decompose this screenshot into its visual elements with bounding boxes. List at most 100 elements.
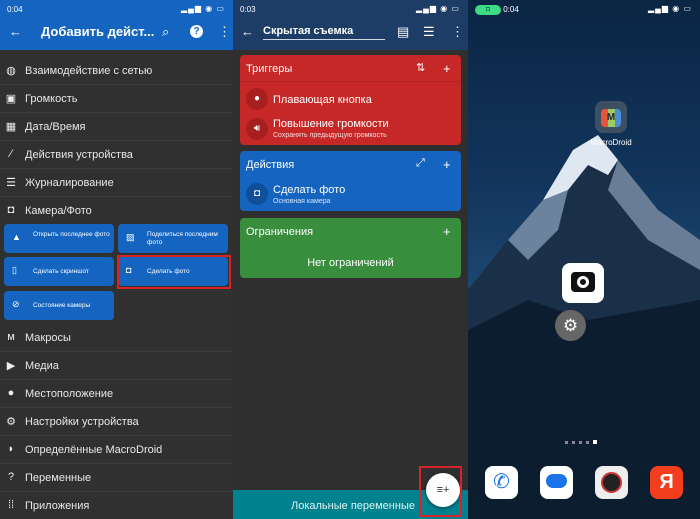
trigger-label: Повышение громкости [273, 118, 389, 130]
macrodroid-app-icon[interactable]: M [595, 101, 627, 133]
document-icon[interactable]: ▤ [397, 25, 409, 38]
list-icon[interactable]: ☰ [423, 25, 435, 38]
app-label: MacroDroid [590, 138, 632, 147]
reorder-icon[interactable]: ⇅ [416, 61, 425, 74]
page-title: Добавить дейст... [41, 24, 155, 39]
category-item[interactable]: ? Переменные [0, 464, 233, 492]
category-label: Определённые MacroDroid [25, 444, 163, 456]
category-label: Медиа [25, 360, 59, 372]
photo-icon: ▲ [12, 232, 21, 242]
play-icon: ▶ [6, 360, 16, 372]
home-screen: ◘ 0:04 ▂▄▆ ◉ ▭ M MacroDroid ⚙ ✆ Я [468, 0, 700, 519]
category-item[interactable]: ▦ Дата/Время [0, 113, 233, 141]
status-icons: ▂▄▆ ◉ ▭ [416, 4, 460, 13]
magic-wand-icon: ⁄ [10, 148, 12, 160]
status-bar: 0:04 ▂▄▆ ◉ ▭ [0, 0, 233, 18]
category-label: Дата/Время [25, 121, 86, 133]
gear-icon[interactable]: ⚙ [555, 310, 586, 341]
highlight-box [419, 466, 462, 517]
category-item[interactable]: ⚙ Настройки устройства [0, 408, 233, 436]
status-time: 0:04 [7, 5, 23, 14]
list-icon: ☰ [6, 177, 16, 189]
expand-icon[interactable]: ⤢ [416, 157, 425, 170]
constraints-title: Ограничения [246, 226, 314, 238]
tile-label: Открыть последнее фото [33, 231, 110, 238]
category-item[interactable]: ⁄ Действия устройства [0, 141, 233, 169]
local-variables-label: Локальные переменные [291, 500, 415, 512]
action-sub: Основная камера [273, 198, 331, 205]
camera-off-icon: ⊘ [12, 299, 20, 309]
search-icon[interactable]: ⌕ [162, 25, 169, 38]
category-item[interactable]: ⁞⁞ Приложения [0, 492, 233, 519]
category-label: Действия устройства [25, 149, 133, 161]
record-dot-icon: ● [246, 88, 268, 110]
trigger-sub: Сохранять предыдущую громкость [273, 132, 387, 139]
camera-icon: ◘ [7, 204, 15, 216]
back-arrow-icon[interactable]: ← [241, 25, 254, 38]
add-constraint-icon[interactable]: + [443, 224, 451, 239]
category-item[interactable]: ◍ Взаимодействие с сетью [0, 57, 233, 85]
camera-action-tile[interactable]: ▲ Открыть последнее фото [4, 224, 114, 253]
volume-icon: 🔊︎ [246, 118, 268, 140]
status-time: 0:04 [503, 5, 519, 15]
help-icon[interactable]: ? [190, 25, 203, 38]
apps-icon: ⁞⁞ [7, 499, 15, 511]
camera-in-use-indicator-icon: ◘ [475, 5, 501, 15]
more-vert-icon[interactable]: ⋮ [218, 25, 231, 38]
actions-card: Действия ⤢ + ◘ Сделать фото Основная кам… [240, 151, 461, 211]
yandex-icon[interactable]: Я [650, 466, 683, 499]
macro-name-input[interactable]: Скрытая съемка [263, 25, 385, 40]
more-vert-icon[interactable]: ⋮ [451, 25, 464, 38]
camera-icon: ◘ [246, 183, 268, 205]
location-icon: ● [7, 387, 15, 399]
category-label: Макросы [25, 332, 71, 344]
category-item[interactable]: ▶ Медиа [0, 352, 233, 380]
image-icon: ▨ [126, 232, 135, 242]
category-item[interactable]: ☰ Журналирование [0, 169, 233, 197]
camera-action-tile[interactable]: ▨ Поделиться последним фото [118, 224, 228, 253]
camera-icon [571, 272, 595, 292]
android-m-logo-icon: M [601, 109, 621, 127]
actions-title: Действия [246, 159, 295, 171]
tile-label: Состояние камеры [33, 302, 91, 309]
page-indicator [565, 431, 597, 449]
add-action-icon[interactable]: + [443, 157, 451, 172]
take-photo-floating-button[interactable] [562, 263, 604, 303]
variable-icon: ? [7, 471, 15, 483]
tile-label: Сделать скриншот [33, 268, 89, 275]
messages-icon[interactable] [540, 466, 573, 499]
yandex-letter: Я [659, 471, 674, 493]
status-time: 0:03 [240, 5, 256, 14]
category-item[interactable]: ᴍ Макросы [0, 324, 233, 352]
calendar-clock-icon: ▦ [5, 121, 17, 133]
category-label: Местоположение [25, 388, 114, 400]
phone-icon: ▯ [12, 265, 17, 275]
phone-icon[interactable]: ✆ [485, 466, 518, 499]
category-item[interactable]: ◗ Определённые MacroDroid [0, 436, 233, 464]
globe-icon: ◍ [6, 65, 16, 77]
category-label: Журналирование [25, 177, 114, 189]
settings-icon: ⚙ [6, 416, 16, 428]
triggers-card: Триггеры ⇅ + ● Плавающая кнопка 🔊︎ Повыш… [240, 55, 461, 145]
android-icon: ◗ [7, 443, 15, 455]
no-constraints-text: Нет ограничений [307, 257, 394, 269]
category-item[interactable]: ● Местоположение [0, 380, 233, 408]
app-bar: 0:03 ▂▄▆ ◉ ▭ ← Скрытая съемка ▤ ☰ ⋮ [233, 0, 468, 50]
back-arrow-icon[interactable]: ← [9, 25, 22, 38]
camera-action-tile[interactable]: ▯ Сделать скриншот [4, 257, 114, 286]
add-action-screen: 0:04 ▂▄▆ ◉ ▭ ← Добавить дейст... ⌕ ? ⋮ ◍ В… [0, 0, 233, 519]
category-label: Камера/Фото [25, 205, 92, 217]
category-item[interactable]: ◘ Камера/Фото [0, 197, 233, 225]
category-label: Переменные [25, 472, 92, 484]
speaker-icon: ▣ [5, 93, 17, 105]
constraints-card: Ограничения + Нет ограничений [240, 218, 461, 278]
highlight-box [117, 255, 231, 289]
triggers-title: Триггеры [246, 63, 293, 75]
status-icons: ▂▄▆ ◉ ▭ [648, 4, 692, 13]
category-item[interactable]: ▣ Громкость [0, 85, 233, 113]
camera-action-tile[interactable]: ⊘ Состояние камеры [4, 291, 114, 320]
macro-icon: ᴍ [7, 331, 15, 343]
add-trigger-icon[interactable]: + [443, 61, 451, 76]
macro-edit-screen: 0:03 ▂▄▆ ◉ ▭ ← Скрытая съемка ▤ ☰ ⋮ Тригг… [233, 0, 468, 519]
camera-app-icon[interactable] [595, 466, 628, 499]
